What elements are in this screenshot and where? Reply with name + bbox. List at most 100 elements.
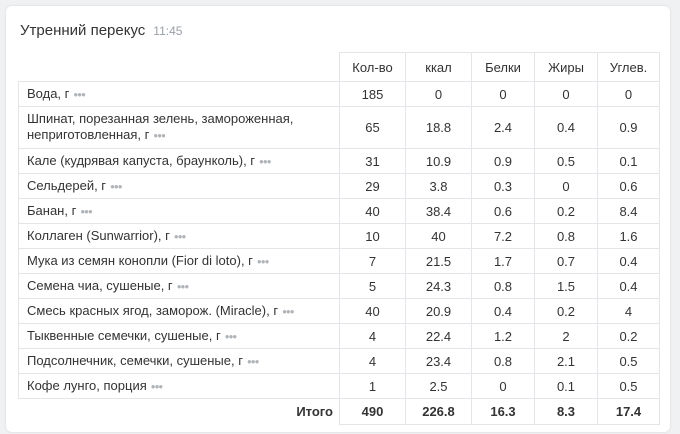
qty-cell: 40 bbox=[339, 198, 406, 224]
carbs-cell: 0.6 bbox=[597, 173, 660, 199]
protein-cell: 0.8 bbox=[471, 348, 535, 374]
food-name: Тыквенные семечки, сушеные, г bbox=[27, 327, 221, 343]
column-header-name bbox=[18, 52, 340, 82]
food-name-cell: Сельдерей, г ●●● bbox=[18, 173, 340, 199]
table-row: Сельдерей, г ●●● 29 3.8 0.3 0 0.6 bbox=[18, 173, 660, 199]
carbs-cell: 0.2 bbox=[597, 323, 660, 349]
table-row: Кале (кудрявая капуста, браунколь), г ●●●… bbox=[18, 148, 660, 174]
kcal-cell: 20.9 bbox=[405, 298, 472, 324]
food-name-cell: Тыквенные семечки, сушеные, г ●●● bbox=[18, 323, 340, 349]
kcal-cell: 18.8 bbox=[405, 106, 472, 149]
table-row: Банан, г ●●● 40 38.4 0.6 0.2 8.4 bbox=[18, 198, 660, 224]
protein-cell: 2.4 bbox=[471, 106, 535, 149]
kcal-cell: 38.4 bbox=[405, 198, 472, 224]
more-dots-icon[interactable]: ●●● bbox=[259, 154, 271, 170]
food-name-cell: Шпинат, порезанная зелень, замороженная,… bbox=[18, 106, 340, 149]
carbs-cell: 0.5 bbox=[597, 373, 660, 399]
food-name: Банан, г bbox=[27, 202, 77, 218]
food-name-cell: Мука из семян конопли (Fior di loto), г ●… bbox=[18, 248, 340, 274]
kcal-cell: 0 bbox=[405, 81, 472, 107]
food-name: Кале (кудрявая капуста, браунколь), г bbox=[27, 152, 256, 168]
qty-cell: 31 bbox=[339, 148, 406, 174]
table-row: Коллаген (Sunwarrior), г ●●● 10 40 7.2 0.… bbox=[18, 223, 660, 249]
table-row: Смесь красных ягод, заморож. (Miracle), … bbox=[18, 298, 660, 324]
more-dots-icon[interactable]: ●●● bbox=[247, 354, 259, 370]
food-name: Коллаген (Sunwarrior), г bbox=[27, 227, 170, 243]
food-name: Подсолнечник, семечки, сушеные, г bbox=[27, 352, 243, 368]
food-name-cell: Банан, г ●●● bbox=[18, 198, 340, 224]
qty-cell: 65 bbox=[339, 106, 406, 149]
food-name-cell: Вода, г ●●● bbox=[18, 81, 340, 107]
qty-cell: 40 bbox=[339, 298, 406, 324]
food-name-cell: Кофе лунго, порция ●●● bbox=[18, 373, 340, 399]
carbs-cell: 0.9 bbox=[597, 106, 660, 149]
carbs-cell: 0.4 bbox=[597, 273, 660, 299]
food-name-cell: Семена чиа, сушеные, г ●●● bbox=[18, 273, 340, 299]
protein-cell: 0.4 bbox=[471, 298, 535, 324]
column-header-kcal: ккал bbox=[405, 52, 472, 82]
qty-cell: 7 bbox=[339, 248, 406, 274]
food-name: Кофе лунго, порция bbox=[27, 377, 147, 393]
carbs-cell: 1.6 bbox=[597, 223, 660, 249]
protein-cell: 1.7 bbox=[471, 248, 535, 274]
food-name: Сельдерей, г bbox=[27, 177, 107, 193]
fat-cell: 0.4 bbox=[534, 106, 598, 149]
protein-cell: 0 bbox=[471, 81, 535, 107]
protein-cell: 7.2 bbox=[471, 223, 535, 249]
table-row: Мука из семян конопли (Fior di loto), г ●… bbox=[18, 248, 660, 274]
fat-cell: 1.5 bbox=[534, 273, 598, 299]
meal-title: Утренний перекус bbox=[20, 22, 146, 39]
carbs-cell: 0 bbox=[597, 81, 660, 107]
kcal-cell: 23.4 bbox=[405, 348, 472, 374]
fat-cell: 0.2 bbox=[534, 198, 598, 224]
more-dots-icon[interactable]: ●●● bbox=[153, 128, 165, 144]
total-label: Итого bbox=[18, 398, 340, 425]
total-carbs-cell: 17.4 bbox=[597, 398, 660, 425]
carbs-cell: 0.4 bbox=[597, 248, 660, 274]
protein-cell: 0.3 bbox=[471, 173, 535, 199]
protein-cell: 0 bbox=[471, 373, 535, 399]
more-dots-icon[interactable]: ●●● bbox=[177, 279, 189, 295]
protein-cell: 1.2 bbox=[471, 323, 535, 349]
table-row: Семена чиа, сушеные, г ●●● 5 24.3 0.8 1.5… bbox=[18, 273, 660, 299]
table-row: Кофе лунго, порция ●●● 1 2.5 0 0.1 0.5 bbox=[18, 373, 660, 399]
food-name-cell: Смесь красных ягод, заморож. (Miracle), … bbox=[18, 298, 340, 324]
fat-cell: 0.1 bbox=[534, 373, 598, 399]
more-dots-icon[interactable]: ●●● bbox=[282, 304, 294, 320]
more-dots-icon[interactable]: ●●● bbox=[225, 329, 237, 345]
kcal-cell: 21.5 bbox=[405, 248, 472, 274]
protein-cell: 0.9 bbox=[471, 148, 535, 174]
qty-cell: 1 bbox=[339, 373, 406, 399]
table-row: Вода, г ●●● 185 0 0 0 0 bbox=[18, 81, 660, 107]
column-header-protein: Белки bbox=[471, 52, 535, 82]
qty-cell: 10 bbox=[339, 223, 406, 249]
fat-cell: 2.1 bbox=[534, 348, 598, 374]
kcal-cell: 3.8 bbox=[405, 173, 472, 199]
more-dots-icon[interactable]: ●●● bbox=[174, 229, 186, 245]
qty-cell: 4 bbox=[339, 323, 406, 349]
more-dots-icon[interactable]: ●●● bbox=[73, 87, 85, 103]
food-name: Семена чиа, сушеные, г bbox=[27, 277, 173, 293]
carbs-cell: 8.4 bbox=[597, 198, 660, 224]
table-row: Подсолнечник, семечки, сушеные, г ●●● 4 2… bbox=[18, 348, 660, 374]
fat-cell: 0.7 bbox=[534, 248, 598, 274]
fat-cell: 0 bbox=[534, 173, 598, 199]
meal-card: Утренний перекус 11:45 Кол-во ккал Белки … bbox=[6, 6, 670, 432]
food-name-cell: Подсолнечник, семечки, сушеные, г ●●● bbox=[18, 348, 340, 374]
more-dots-icon[interactable]: ●●● bbox=[110, 179, 122, 195]
table-row: Тыквенные семечки, сушеные, г ●●● 4 22.4 … bbox=[18, 323, 660, 349]
total-protein-cell: 16.3 bbox=[471, 398, 535, 425]
nutrition-table: Кол-во ккал Белки Жиры Углев. Вода, г ●●●… bbox=[18, 52, 660, 425]
more-dots-icon[interactable]: ●●● bbox=[151, 379, 163, 395]
kcal-cell: 40 bbox=[405, 223, 472, 249]
carbs-cell: 4 bbox=[597, 298, 660, 324]
total-qty-cell: 490 bbox=[339, 398, 406, 425]
fat-cell: 2 bbox=[534, 323, 598, 349]
meal-time: 11:45 bbox=[153, 24, 183, 38]
kcal-cell: 22.4 bbox=[405, 323, 472, 349]
more-dots-icon[interactable]: ●●● bbox=[257, 254, 269, 270]
table-header-row: Кол-во ккал Белки Жиры Углев. bbox=[18, 52, 660, 82]
fat-cell: 0 bbox=[534, 81, 598, 107]
kcal-cell: 24.3 bbox=[405, 273, 472, 299]
more-dots-icon[interactable]: ●●● bbox=[80, 204, 92, 220]
